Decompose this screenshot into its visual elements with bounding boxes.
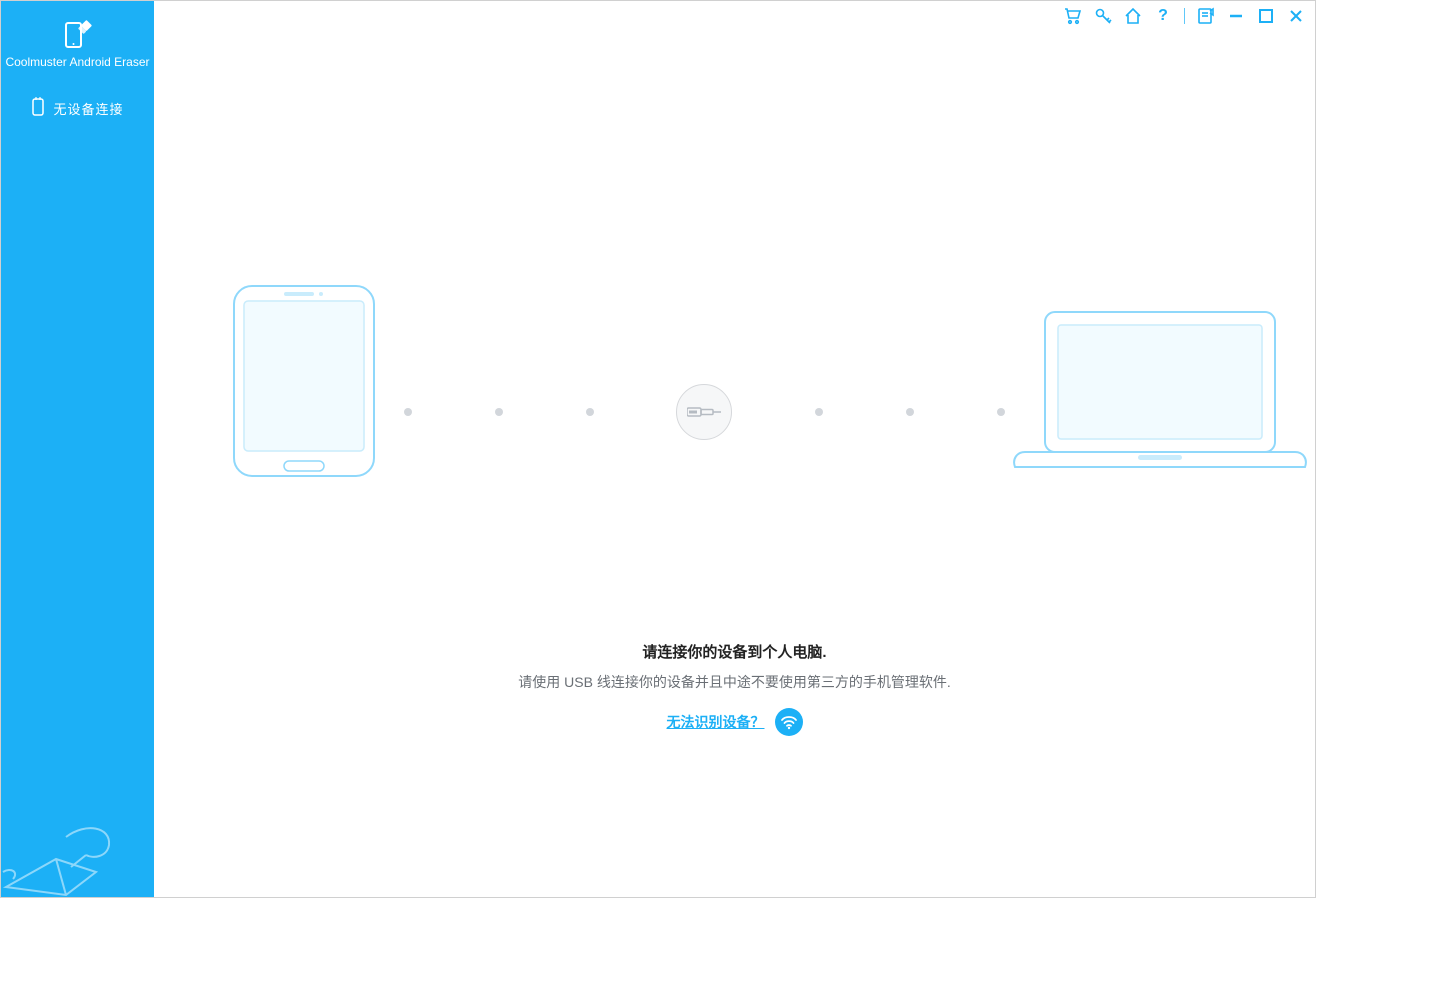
main-content: ? [154,1,1315,897]
device-status: 无设备连接 [31,97,123,120]
dot [815,408,823,416]
phone-icon [229,281,379,486]
help-icon[interactable]: ? [1154,7,1172,25]
device-status-label: 无设备连接 [53,99,123,118]
connect-subtitle: 请使用 USB 线连接你的设备并且中途不要使用第三方的手机管理软件. [518,672,950,692]
connection-illustration [154,281,1315,481]
wifi-button[interactable] [775,708,803,736]
help-row: 无法识别设备？ [518,708,950,736]
sidebar: Coolmuster Android Eraser 无设备连接 [1,1,154,897]
key-icon[interactable] [1094,7,1112,25]
app-logo-block: Coolmuster Android Eraser [5,19,149,69]
home-icon[interactable] [1124,7,1142,25]
separator [1184,8,1185,24]
wifi-icon [780,713,798,731]
connect-title: 请连接你的设备到个人电脑. [518,641,950,662]
dot [404,408,412,416]
usb-connector-icon [676,384,732,440]
messages: 请连接你的设备到个人电脑. 请使用 USB 线连接你的设备并且中途不要使用第三方… [518,641,950,736]
feedback-icon[interactable] [1197,7,1215,25]
dot [586,408,594,416]
minimize-button[interactable] [1227,7,1245,25]
dot [495,408,503,416]
connection-dots [404,384,1005,440]
cannot-recognize-link[interactable]: 无法识别设备？ [667,712,765,732]
dot [906,408,914,416]
phone-usb-icon [31,97,45,120]
app-logo-icon [61,19,93,51]
laptop-icon [1010,307,1310,482]
dot [997,408,1005,416]
maximize-button[interactable] [1257,7,1275,25]
eraser-decoration-icon [1,777,154,897]
close-button[interactable] [1287,7,1305,25]
app-title: Coolmuster Android Eraser [5,55,149,69]
cart-icon[interactable] [1064,7,1082,25]
window-controls: ? [1064,7,1305,25]
